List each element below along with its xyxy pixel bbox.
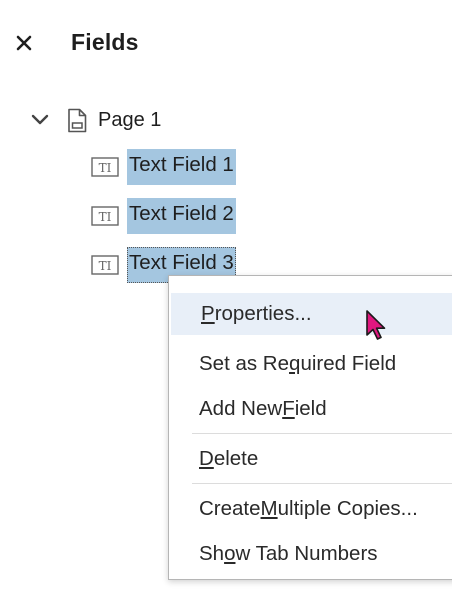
field-label: Text Field 1	[127, 149, 236, 185]
panel-title: Fields	[71, 29, 139, 55]
menu-item-create-multiple-copies[interactable]: Create Multiple Copies...	[169, 488, 452, 530]
tree-item-page-1[interactable]: Page 1	[30, 104, 161, 136]
text-field-icon: TI	[91, 254, 119, 276]
menu-item-delete[interactable]: Delete	[169, 438, 452, 480]
tree-item-text-field-2[interactable]: TI Text Field 2	[91, 197, 236, 235]
menu-item-properties[interactable]: Properties...	[171, 293, 452, 335]
chevron-down-icon[interactable]	[30, 110, 50, 130]
page-label: Page 1	[98, 108, 162, 131]
menu-item-show-tab-numbers[interactable]: Sh o w Tab Numbers	[169, 533, 452, 575]
svg-text:TI: TI	[99, 210, 112, 224]
tree-item-text-field-1[interactable]: TI Text Field 1	[91, 148, 236, 186]
text-field-icon: TI	[91, 156, 119, 178]
menu-separator	[192, 433, 452, 434]
svg-text:TI: TI	[99, 161, 112, 175]
menu-item-set-as-required-field[interactable]: Set as Re q uired Field	[169, 343, 452, 385]
page-icon	[66, 107, 88, 133]
close-button[interactable]	[12, 33, 36, 57]
menu-item-add-new-field[interactable]: Add New Field	[169, 388, 452, 430]
text-field-icon: TI	[91, 205, 119, 227]
svg-text:TI: TI	[99, 259, 112, 273]
close-icon	[16, 35, 32, 56]
fields-panel: Fields Page 1 TI Text Field 1 TI Text Fi…	[0, 0, 452, 596]
context-menu: Properties... Set as Re q uired Field Add …	[168, 275, 452, 580]
field-label: Text Field 2	[127, 198, 236, 234]
mouse-pointer-icon	[365, 310, 387, 342]
menu-separator	[192, 483, 452, 484]
